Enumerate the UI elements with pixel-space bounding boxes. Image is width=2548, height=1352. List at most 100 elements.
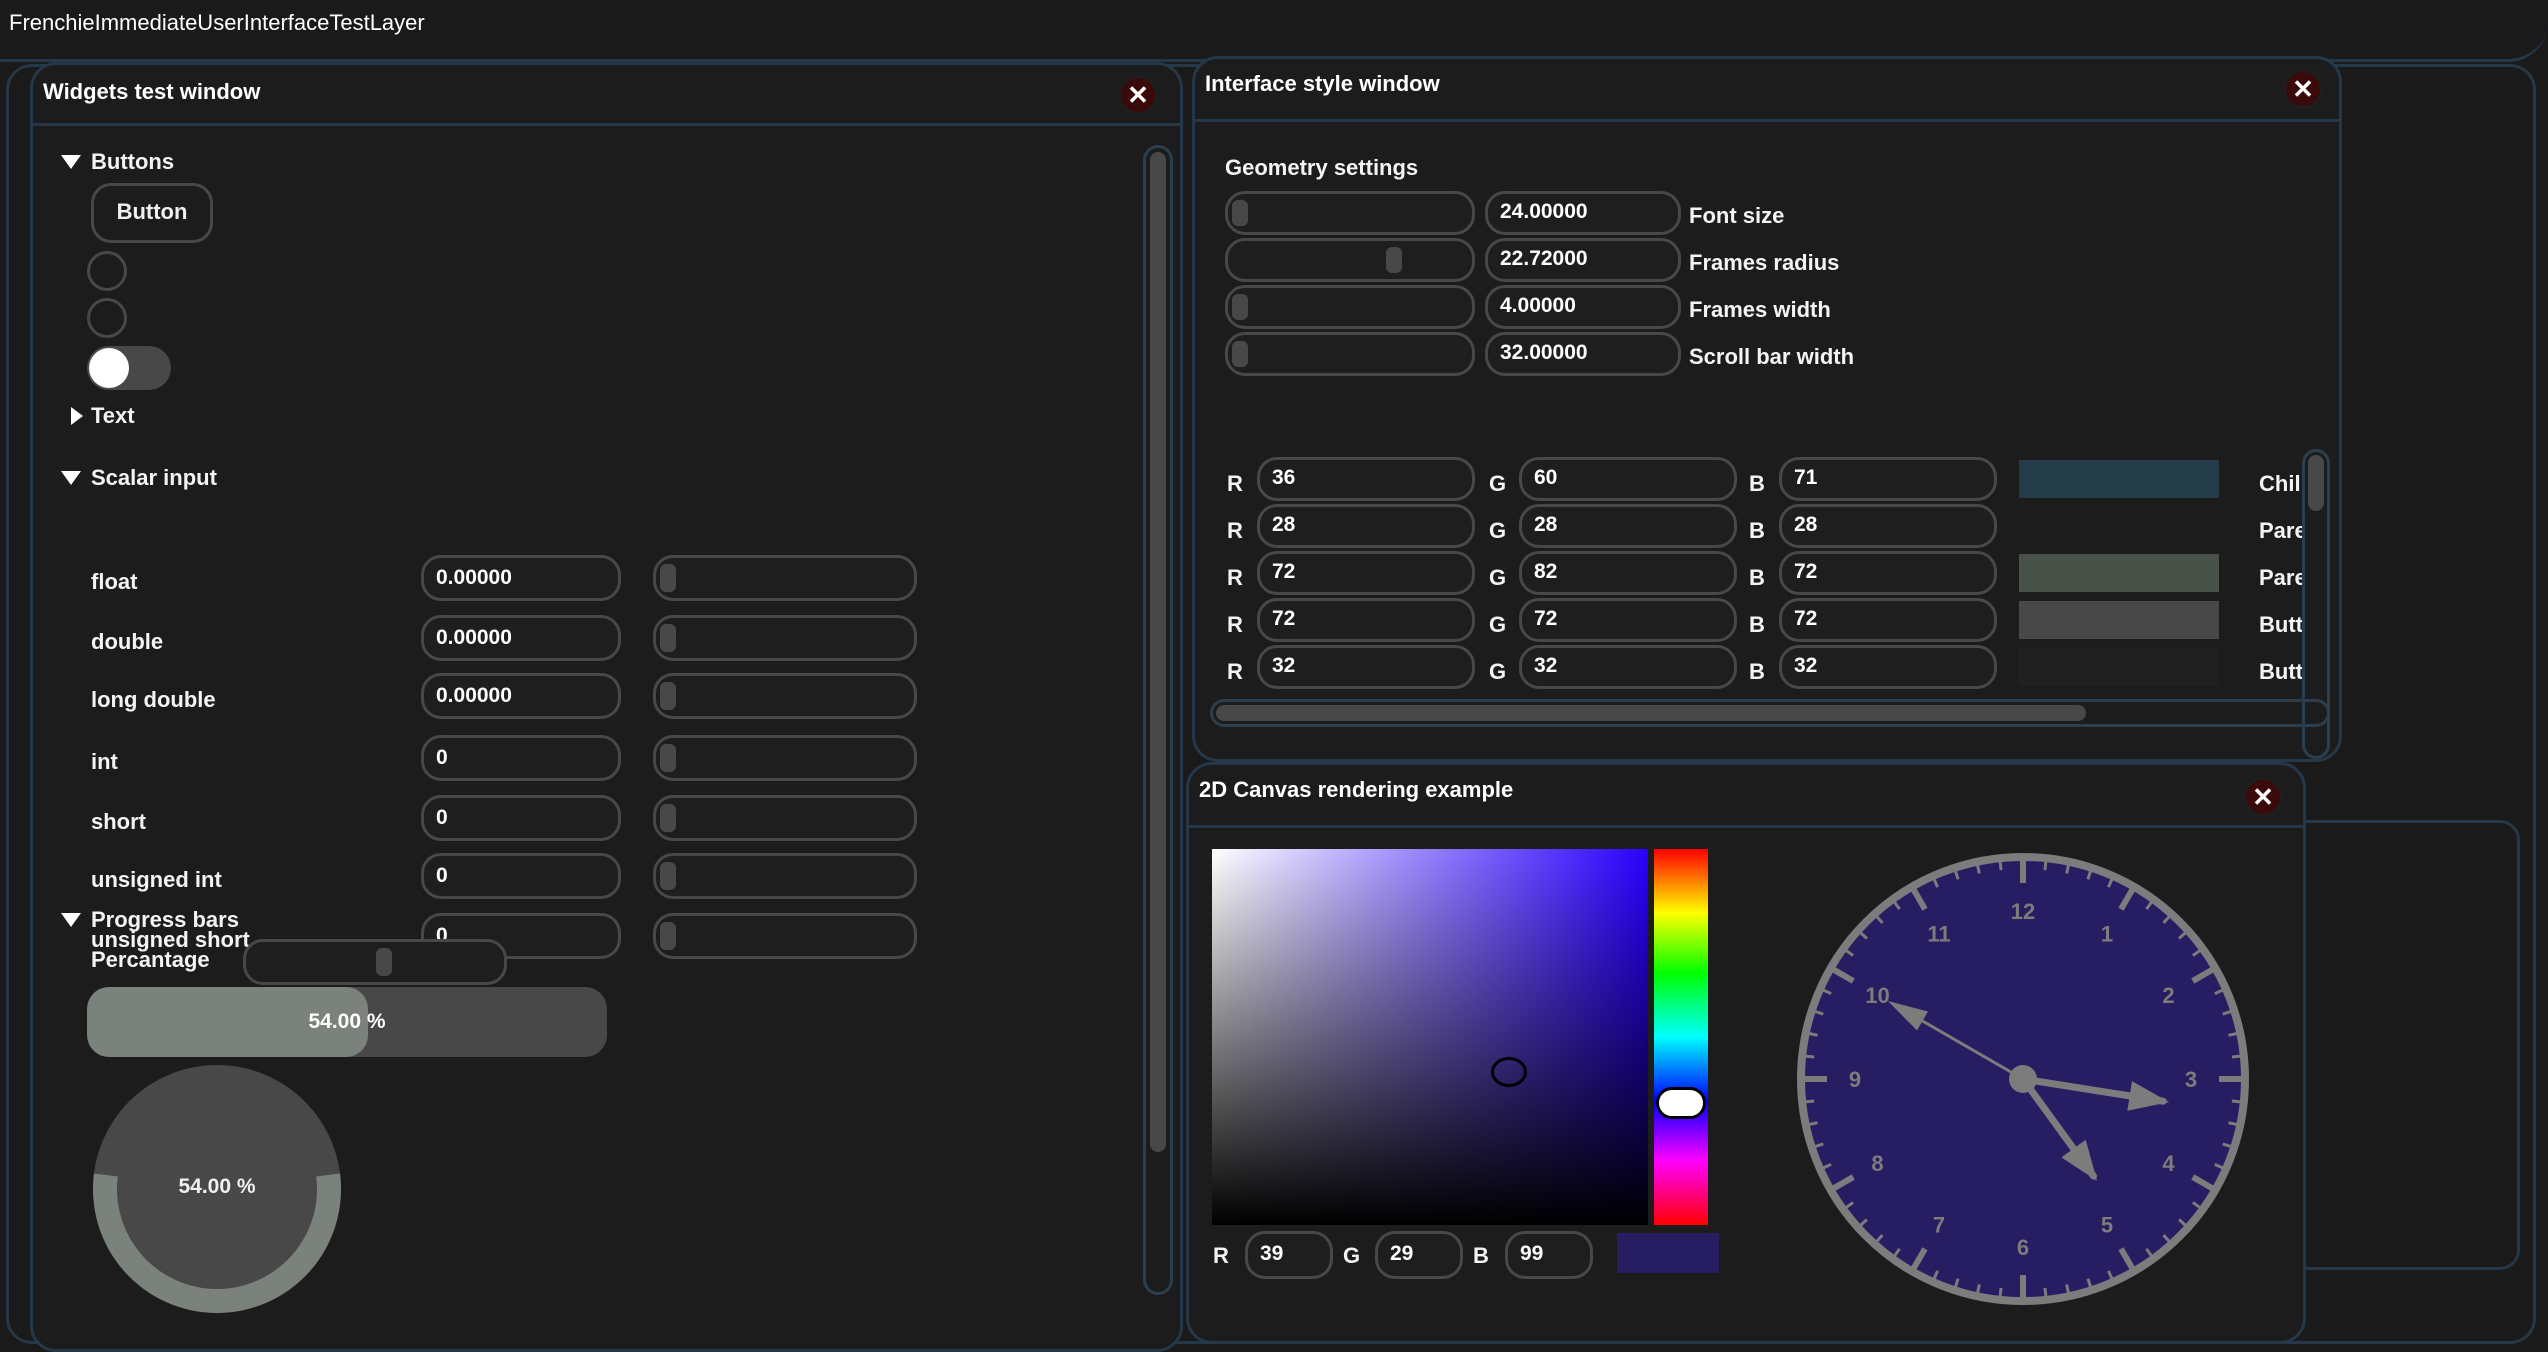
geometry-slider-0[interactable]: [1225, 191, 1475, 235]
radio-button-2[interactable]: [87, 298, 127, 338]
scalar-input-3[interactable]: 0: [421, 735, 621, 781]
scalar-slider-knob[interactable]: [660, 804, 676, 832]
style-vscroll-thumb[interactable]: [2308, 455, 2324, 511]
clock-minute-tick: [2065, 863, 2071, 874]
scalar-label-4: short: [91, 809, 146, 834]
clock-number: 2: [2162, 983, 2174, 1008]
progress-expand-icon[interactable]: [61, 913, 81, 927]
color-g-field-3[interactable]: 72: [1519, 598, 1737, 642]
picker-cursor[interactable]: [1491, 1057, 1527, 1087]
scalar-slider-2[interactable]: [653, 673, 917, 719]
percentage-slider[interactable]: [243, 939, 507, 985]
clock-minute-tick: [1998, 860, 2003, 871]
scalar-slider-knob[interactable]: [660, 744, 676, 772]
scalar-section-header[interactable]: Scalar input: [91, 465, 217, 491]
geometry-input-2[interactable]: 4.00000: [1485, 285, 1681, 329]
clock-number: 4: [2162, 1151, 2175, 1176]
scalar-input-0[interactable]: 0.00000: [421, 555, 621, 601]
scalar-slider-0[interactable]: [653, 555, 917, 601]
color-b-label: B: [1749, 518, 1765, 543]
analog-clock: 121234567891011: [1797, 853, 2249, 1305]
picker-r-field[interactable]: 39: [1245, 1231, 1333, 1279]
style-horizontal-scrollbar[interactable]: [1210, 699, 2330, 727]
picker-b-field[interactable]: 99: [1505, 1231, 1593, 1279]
close-icon[interactable]: ✕: [1118, 75, 1158, 115]
scalar-expand-icon[interactable]: [61, 471, 81, 485]
geometry-label-1: Frames radius: [1689, 250, 1840, 275]
widgets-vertical-scrollbar[interactable]: [1143, 145, 1173, 1295]
hue-slider[interactable]: [1654, 849, 1708, 1225]
color-g-field-1[interactable]: 28: [1519, 504, 1737, 548]
close-icon[interactable]: ✕: [2283, 69, 2323, 109]
scalar-input-2[interactable]: 0.00000: [421, 673, 621, 719]
color-b-field-2[interactable]: 72: [1779, 551, 1997, 595]
color-r-field-3[interactable]: 72: [1257, 598, 1475, 642]
picker-g-field[interactable]: 29: [1375, 1231, 1463, 1279]
color-g-label: G: [1489, 565, 1507, 590]
buttons-section-header[interactable]: Buttons: [91, 149, 174, 175]
close-icon[interactable]: ✕: [2243, 777, 2283, 817]
scalar-slider-knob[interactable]: [660, 564, 676, 592]
clock-minute-tick: [2043, 860, 2048, 871]
scalar-label-5: unsigned int: [91, 867, 222, 892]
scalar-slider-knob[interactable]: [660, 862, 676, 890]
clock-number: 6: [2017, 1235, 2029, 1260]
color-r-label: R: [1227, 471, 1243, 496]
scalar-input-1[interactable]: 0.00000: [421, 615, 621, 661]
scalar-input-5[interactable]: 0: [421, 853, 621, 899]
widgets-titlebar[interactable]: Widgets test window ✕: [33, 65, 1180, 126]
widgets-scrollbar-thumb[interactable]: [1150, 152, 1166, 1152]
scalar-slider-3[interactable]: [653, 735, 917, 781]
color-r-field-2[interactable]: 72: [1257, 551, 1475, 595]
clock-number: 9: [1849, 1067, 1861, 1092]
geometry-slider-2[interactable]: [1225, 285, 1475, 329]
color-b-field-4[interactable]: 32: [1779, 645, 1997, 689]
color-g-field-0[interactable]: 60: [1519, 457, 1737, 501]
clock-minute-tick: [1807, 1121, 1818, 1127]
geometry-slider-knob[interactable]: [1232, 294, 1248, 320]
clock-minute-tick: [2228, 1031, 2239, 1037]
style-hscroll-thumb[interactable]: [1216, 705, 2086, 721]
color-b-label: B: [1749, 659, 1765, 684]
color-b-field-3[interactable]: 72: [1779, 598, 1997, 642]
scalar-slider-knob[interactable]: [660, 922, 676, 950]
buttons-expand-icon[interactable]: [61, 155, 81, 169]
color-r-label: R: [1227, 612, 1243, 637]
color-r-field-1[interactable]: 28: [1257, 504, 1475, 548]
color-b-field-0[interactable]: 71: [1779, 457, 1997, 501]
color-swatch-3: [2019, 601, 2219, 639]
scalar-slider-6[interactable]: [653, 913, 917, 959]
progress-section-header[interactable]: Progress bars: [91, 907, 239, 933]
geometry-input-1[interactable]: 22.72000: [1485, 238, 1681, 282]
scalar-slider-4[interactable]: [653, 795, 917, 841]
style-titlebar[interactable]: Interface style window ✕: [1195, 59, 2339, 122]
picker-r-label: R: [1213, 1243, 1229, 1268]
toggle-switch[interactable]: [87, 346, 171, 390]
scalar-slider-knob[interactable]: [660, 624, 676, 652]
color-r-field-0[interactable]: 36: [1257, 457, 1475, 501]
geometry-input-3[interactable]: 32.00000: [1485, 332, 1681, 376]
text-section-header[interactable]: Text: [91, 403, 135, 429]
percentage-slider-knob[interactable]: [376, 948, 393, 976]
geometry-slider-1[interactable]: [1225, 238, 1475, 282]
radio-button-1[interactable]: [87, 251, 127, 291]
scalar-slider-1[interactable]: [653, 615, 917, 661]
geometry-input-0[interactable]: 24.00000: [1485, 191, 1681, 235]
scalar-input-4[interactable]: 0: [421, 795, 621, 841]
scalar-slider-knob[interactable]: [660, 682, 676, 710]
color-g-field-2[interactable]: 82: [1519, 551, 1737, 595]
geometry-slider-knob[interactable]: [1386, 247, 1402, 273]
geometry-slider-knob[interactable]: [1232, 341, 1248, 367]
text-expand-icon[interactable]: [71, 407, 83, 425]
color-g-field-4[interactable]: 32: [1519, 645, 1737, 689]
saturation-value-picker[interactable]: [1212, 849, 1648, 1225]
color-r-field-4[interactable]: 32: [1257, 645, 1475, 689]
scalar-slider-5[interactable]: [653, 853, 917, 899]
canvas-titlebar[interactable]: 2D Canvas rendering example ✕: [1189, 765, 2303, 828]
demo-button[interactable]: Button: [91, 183, 213, 243]
hue-slider-handle[interactable]: [1656, 1087, 1706, 1119]
geometry-slider-knob[interactable]: [1232, 200, 1248, 226]
color-b-field-1[interactable]: 28: [1779, 504, 1997, 548]
geometry-slider-3[interactable]: [1225, 332, 1475, 376]
clock-minute-tick: [1807, 1031, 1818, 1037]
